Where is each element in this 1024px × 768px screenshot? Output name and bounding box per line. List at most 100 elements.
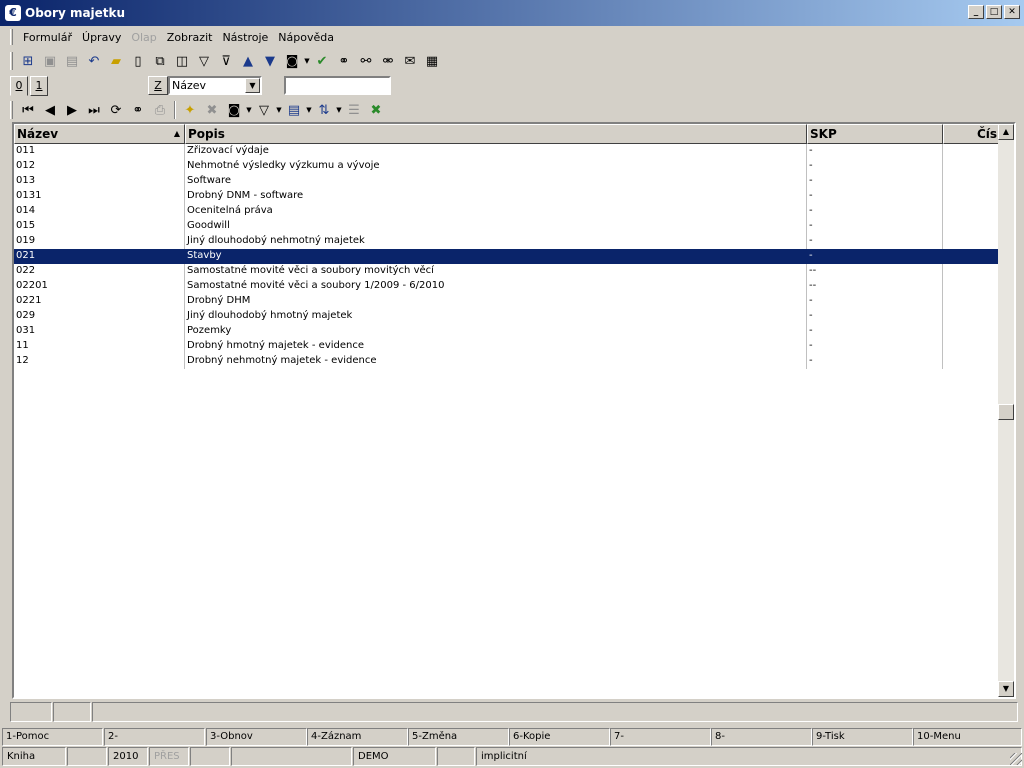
sort-dropdown-icon[interactable]: ▼ bbox=[335, 106, 343, 114]
menu-upravy[interactable]: Úpravy bbox=[77, 31, 126, 44]
cell-popis: Goodwill bbox=[187, 220, 230, 231]
column-header-label: Název bbox=[17, 127, 59, 141]
table-row[interactable]: 013 Software - bbox=[14, 174, 1000, 189]
table-row[interactable]: 014 Ocenitelná práva - bbox=[14, 204, 1000, 219]
tab-1[interactable]: 1 bbox=[30, 76, 48, 96]
find-replace-icon[interactable]: ⚮ bbox=[377, 51, 399, 71]
copy-icon[interactable]: ⧉ bbox=[149, 51, 171, 71]
indent-icon[interactable]: ☰ bbox=[343, 100, 365, 120]
table-row[interactable]: 015 Goodwill - bbox=[14, 219, 1000, 234]
table-row[interactable]: 12 Drobný nehmotný majetek - evidence - bbox=[14, 354, 1000, 369]
mail-icon[interactable]: ✉ bbox=[399, 51, 421, 71]
table-row[interactable]: 0131 Drobný DNM - software - bbox=[14, 189, 1000, 204]
sort-icon[interactable]: ⇅ bbox=[313, 100, 335, 120]
save-as-icon[interactable]: ▤ bbox=[61, 51, 83, 71]
columns-icon[interactable]: ▤ bbox=[283, 100, 305, 120]
menu-olap[interactable]: Olap bbox=[126, 31, 161, 44]
book-icon[interactable]: ◫ bbox=[171, 51, 193, 71]
find-next-icon[interactable]: ⚯ bbox=[355, 51, 377, 71]
snapshot-icon[interactable]: ◙ bbox=[223, 100, 245, 120]
menu-napoveda[interactable]: Nápověda bbox=[273, 31, 339, 44]
print-icon[interactable]: ⎙ bbox=[149, 100, 171, 120]
menu-nastroje[interactable]: Nástroje bbox=[217, 31, 273, 44]
scroll-down-icon[interactable]: ▼ bbox=[998, 681, 1014, 697]
maximize-button[interactable]: □ bbox=[986, 5, 1002, 19]
fkey-9-tisk[interactable]: 9-Tisk bbox=[812, 728, 913, 746]
table-row[interactable]: 011 Zřizovací výdaje - bbox=[14, 144, 1000, 159]
fkey-5-zmena[interactable]: 5-Změna bbox=[408, 728, 509, 746]
notes-icon[interactable]: ▦ bbox=[421, 51, 443, 71]
data-grid[interactable]: Název ▲ Popis SKP Čís 011 Zřizovací výdaj… bbox=[12, 122, 1016, 699]
menu-formular[interactable]: Formulář bbox=[18, 31, 77, 44]
tree-icon[interactable]: ⊞ bbox=[17, 51, 39, 71]
vertical-scrollbar[interactable]: ▲ ▼ bbox=[998, 124, 1014, 697]
table-row[interactable]: 0221 Drobný DHM - bbox=[14, 294, 1000, 309]
first-record-icon[interactable]: ⏮ bbox=[17, 100, 39, 120]
footer-cell bbox=[10, 702, 52, 722]
column-header-cislo[interactable]: Čís bbox=[943, 124, 1000, 144]
resize-grip-icon[interactable] bbox=[1010, 753, 1022, 765]
cell-nazev: 021 bbox=[16, 250, 36, 261]
new-record-icon[interactable]: ✦ bbox=[179, 100, 201, 120]
cell-popis: Samostatné movité věci a soubory movitýc… bbox=[187, 265, 434, 276]
fkey-4-zaznam[interactable]: 4-Záznam bbox=[307, 728, 408, 746]
cell-nazev: 031 bbox=[16, 325, 36, 336]
up-arrow-icon[interactable]: ▲ bbox=[237, 51, 259, 71]
snapshot-icon[interactable]: ◙ bbox=[281, 51, 303, 71]
open-icon[interactable]: ▰ bbox=[105, 51, 127, 71]
fkey-8[interactable]: 8- bbox=[711, 728, 812, 746]
filter-icon[interactable]: ▽ bbox=[253, 100, 275, 120]
close-button[interactable]: ✕ bbox=[1004, 5, 1020, 19]
filter-dropdown-icon[interactable]: ▼ bbox=[275, 106, 283, 114]
cell-nazev: 11 bbox=[16, 340, 29, 351]
fkey-6-kopie[interactable]: 6-Kopie bbox=[509, 728, 610, 746]
cell-popis: Nehmotné výsledky výzkumu a vývoje bbox=[187, 160, 380, 171]
table-row[interactable]: 021 Stavby - bbox=[14, 249, 1000, 264]
table-row[interactable]: 029 Jiný dlouhodobý hmotný majetek - bbox=[14, 309, 1000, 324]
fkey-7[interactable]: 7- bbox=[610, 728, 711, 746]
scroll-up-icon[interactable]: ▲ bbox=[998, 124, 1014, 140]
refresh-check-icon[interactable]: ✔ bbox=[311, 51, 333, 71]
column-header-nazev[interactable]: Název ▲ bbox=[14, 124, 185, 144]
save-icon[interactable]: ▣ bbox=[39, 51, 61, 71]
snapshot-dropdown-icon[interactable]: ▼ bbox=[245, 106, 253, 114]
column-header-skp[interactable]: SKP bbox=[807, 124, 943, 144]
filter-icon[interactable]: ▽ bbox=[193, 51, 215, 71]
fkey-2[interactable]: 2- bbox=[104, 728, 205, 746]
fkey-1-pomoc[interactable]: 1-Pomoc bbox=[2, 728, 103, 746]
prev-record-icon[interactable]: ◀ bbox=[39, 100, 61, 120]
down-arrow-icon[interactable]: ▼ bbox=[259, 51, 281, 71]
column-select[interactable]: Název ▼ bbox=[168, 76, 262, 95]
minimize-button[interactable]: _ bbox=[968, 5, 984, 19]
record-toolbar: ⏮ ◀ ▶ ⏭ ⟳ ⚭ ⎙ ✦ ✖ ◙ ▼ ▽ ▼ ▤ ▼ ⇅ ▼ ☰ ✖ bbox=[0, 98, 1024, 122]
scroll-thumb[interactable] bbox=[998, 404, 1014, 420]
cell-cislo bbox=[943, 279, 1000, 294]
undo-icon[interactable]: ↶ bbox=[83, 51, 105, 71]
table-row[interactable]: 11 Drobný hmotný majetek - evidence - bbox=[14, 339, 1000, 354]
z-filter-button[interactable]: Z bbox=[148, 76, 168, 95]
tab-0[interactable]: 0 bbox=[10, 76, 28, 96]
fkey-10-menu[interactable]: 10-Menu bbox=[913, 728, 1022, 746]
table-row[interactable]: 022 Samostatné movité věci a soubory movi… bbox=[14, 264, 1000, 279]
last-record-icon[interactable]: ⏭ bbox=[83, 100, 105, 120]
next-record-icon[interactable]: ▶ bbox=[61, 100, 83, 120]
app-icon[interactable]: € bbox=[5, 5, 21, 21]
chevron-down-icon[interactable]: ▼ bbox=[245, 78, 260, 93]
snapshot-dropdown-icon[interactable]: ▼ bbox=[303, 57, 311, 65]
table-row[interactable]: 02201 Samostatné movité věci a soubory 1/… bbox=[14, 279, 1000, 294]
table-row[interactable]: 031 Pozemky - bbox=[14, 324, 1000, 339]
excel-export-icon[interactable]: ✖ bbox=[365, 100, 387, 120]
column-header-popis[interactable]: Popis bbox=[185, 124, 807, 144]
menu-zobrazit[interactable]: Zobrazit bbox=[162, 31, 218, 44]
find-icon[interactable]: ⚭ bbox=[127, 100, 149, 120]
search-input[interactable] bbox=[284, 76, 391, 95]
filter-clear-icon[interactable]: ⊽ bbox=[215, 51, 237, 71]
delete-record-icon[interactable]: ✖ bbox=[201, 100, 223, 120]
columns-dropdown-icon[interactable]: ▼ bbox=[305, 106, 313, 114]
new-icon[interactable]: ▯ bbox=[127, 51, 149, 71]
find-icon[interactable]: ⚭ bbox=[333, 51, 355, 71]
refresh-icon[interactable]: ⟳ bbox=[105, 100, 127, 120]
fkey-3-obnov[interactable]: 3-Obnov bbox=[206, 728, 307, 746]
table-row[interactable]: 019 Jiný dlouhodobý nehmotný majetek - bbox=[14, 234, 1000, 249]
table-row[interactable]: 012 Nehmotné výsledky výzkumu a vývoje - bbox=[14, 159, 1000, 174]
